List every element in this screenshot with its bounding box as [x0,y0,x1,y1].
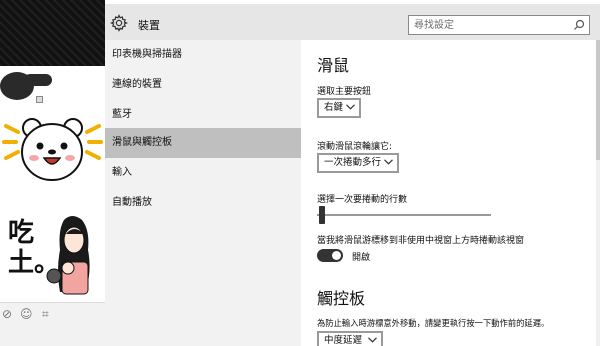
settings-header: 裝置 [105,4,600,40]
sidebar-item-label: 連線的裝置 [112,79,162,90]
sidebar-item-connected-devices[interactable]: 連線的裝置 [105,70,301,100]
scroll-lines-label: 選擇一次要捲動的行數 [317,195,408,205]
touchpad-delay-dropdown[interactable]: 中度延遲 [317,331,383,346]
content-scrollbar[interactable] [596,40,600,346]
sidebar-item-mouse-touchpad[interactable]: 滑鼠與觸控板 [105,128,301,158]
crop-icon[interactable]: ⌗ [42,307,49,322]
inactive-scroll-toggle[interactable] [317,249,343,262]
chevron-down-icon [384,159,393,165]
background-app: 吃土。 ⊘ ☺ ⌗ [0,0,105,346]
scroll-value: 一次捲動多行 [324,157,382,168]
settings-window: 裝置 印表機與掃描器 連線的裝置 藍牙 滑鼠與觸控板 輸入 自動播放 滑鼠 [105,0,600,346]
settings-content: 滑鼠 選取主要按鈕 右鍵 滾動滑鼠滾輪讓它: 一次捲動多行 選擇一次要捲動的行數… [301,40,600,346]
page-title: 裝置 [138,19,160,32]
sidebar-item-printers[interactable]: 印表機與掃描器 [105,40,301,70]
sidebar-item-bluetooth[interactable]: 藍牙 [105,100,301,130]
chevron-down-icon [346,104,355,110]
toggle-knob [332,251,341,260]
primary-button-label: 選取主要按鈕 [317,87,372,97]
contact-status-icon [36,96,43,103]
mouse-heading: 滑鼠 [317,56,350,75]
search-icon[interactable] [573,19,585,31]
background-app-header [0,0,105,66]
sidebar: 印表機與掃描器 連線的裝置 藍牙 滑鼠與觸控板 輸入 自動播放 [105,40,301,346]
search-input[interactable] [409,16,569,34]
touchpad-delay-label: 為防止輸入時游標意外移動，請變更執行按一下動作前的延遲。 [317,318,550,328]
chevron-down-icon [368,337,377,343]
attach-icon[interactable]: ⊘ [2,307,12,321]
sidebar-item-autoplay[interactable]: 自動播放 [105,188,301,218]
message-toolbar: ⊘ ☺ ⌗ [0,302,105,346]
sidebar-item-label: 印表機與掃描器 [112,49,182,60]
touchpad-heading: 觸控板 [317,289,366,308]
sidebar-item-label: 滑鼠與觸控板 [112,137,172,148]
contact-name-redacted [24,74,52,86]
content-scrollbar-thumb[interactable] [596,40,600,160]
inactive-scroll-state: 開啟 [352,253,371,263]
gear-icon [110,14,128,32]
sidebar-item-label: 自動播放 [112,197,152,208]
comic-text: 吃土。 [8,218,61,278]
scroll-lines-slider-thumb[interactable] [318,206,325,224]
scroll-label: 滾動滑鼠滾輪讓它: [317,142,393,152]
sidebar-item-label: 輸入 [112,167,132,178]
touchpad-delay-value: 中度延遲 [324,335,363,346]
sidebar-item-label: 藍牙 [112,109,132,120]
primary-button-dropdown[interactable]: 右鍵 [317,98,361,118]
scroll-lines-slider-track[interactable] [317,214,491,216]
emoji-icon[interactable]: ☺ [20,307,33,321]
inactive-scroll-label: 當我將滑鼠游標移到非使用中視窗上方時捲動該視窗 [317,236,525,246]
sidebar-item-typing[interactable]: 輸入 [105,158,301,188]
search-box[interactable] [408,15,590,35]
bear-sticker [2,118,103,181]
primary-button-value: 右鍵 [324,102,344,113]
scroll-dropdown[interactable]: 一次捲動多行 [317,153,399,173]
